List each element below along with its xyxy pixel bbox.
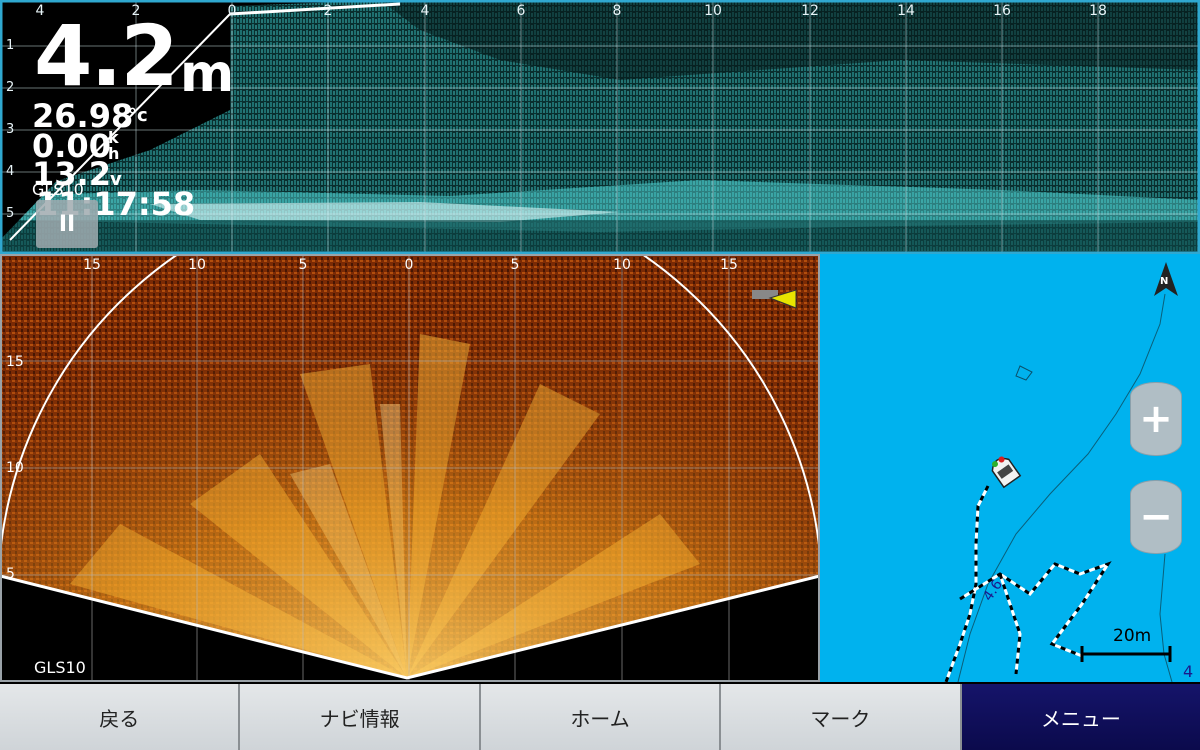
top-x-tick: 10	[704, 3, 722, 19]
map-chart: 4.6	[944, 262, 1178, 682]
menu-button[interactable]: メニュー	[961, 684, 1200, 750]
live-x-tick: 10	[188, 257, 206, 273]
top-x-tick: 14	[897, 3, 915, 19]
top-y-tick: 3	[6, 122, 15, 137]
top-y-tick: 5	[6, 206, 15, 221]
pause-button[interactable]: II	[36, 200, 98, 248]
depth-unit: m	[180, 44, 235, 104]
scale-bar	[1080, 646, 1172, 662]
zoom-out-button[interactable]: −	[1130, 480, 1182, 554]
top-y-tick: 2	[6, 80, 15, 95]
live-y-tick: 15	[6, 354, 24, 370]
live-transducer-source: GLS10	[34, 658, 86, 677]
live-x-tick: 15	[83, 257, 101, 273]
top-x-tick: 16	[993, 3, 1011, 19]
mark-button[interactable]: マーク	[721, 684, 962, 750]
chart-map-panel[interactable]: 4.6 N + − 20m 4	[820, 254, 1200, 682]
scrolling-sonar-panel[interactable]: 4 2 0 2 4 6 8 10 12 14 16 18 1 2 3 4 5 4…	[0, 0, 1200, 254]
nav-info-button[interactable]: ナビ情報	[240, 684, 481, 750]
live-x-tick: 5	[510, 257, 520, 273]
temperature-unit: °c	[128, 105, 148, 126]
top-x-tick: 18	[1089, 3, 1107, 19]
live-y-tick: 10	[6, 460, 24, 476]
live-y-tick: 5	[6, 566, 15, 582]
home-button[interactable]: ホーム	[480, 684, 722, 750]
live-x-tick: 0	[404, 257, 414, 273]
top-x-tick: 4	[420, 3, 430, 19]
boat-icon	[991, 456, 1022, 489]
top-x-tick: 0	[227, 3, 237, 19]
zoom-in-button[interactable]: +	[1130, 382, 1182, 456]
live-sonar-panel[interactable]: 15 10 5 0 5 10 15 15 10 5 GLS10	[0, 254, 820, 682]
top-x-tick: 2	[323, 3, 333, 19]
top-x-tick: 12	[801, 3, 819, 19]
depth-contour-value: 4	[1183, 662, 1194, 681]
scale-label: 20m	[1113, 626, 1152, 646]
live-sonar-image	[0, 254, 820, 682]
live-x-tick: 15	[720, 257, 738, 273]
top-y-tick: 4	[6, 164, 15, 179]
top-x-tick: 6	[516, 3, 526, 19]
live-x-tick: 5	[298, 257, 308, 273]
top-x-tick: 8	[612, 3, 622, 19]
back-button[interactable]: 戻る	[0, 684, 241, 750]
bottom-toolbar: 戻る ナビ情報 ホーム マーク メニュー	[0, 684, 1200, 750]
depth-readout: 4.2	[34, 7, 179, 105]
live-x-tick: 10	[613, 257, 631, 273]
top-y-tick: 1	[6, 38, 15, 53]
north-label: N	[1160, 276, 1169, 287]
